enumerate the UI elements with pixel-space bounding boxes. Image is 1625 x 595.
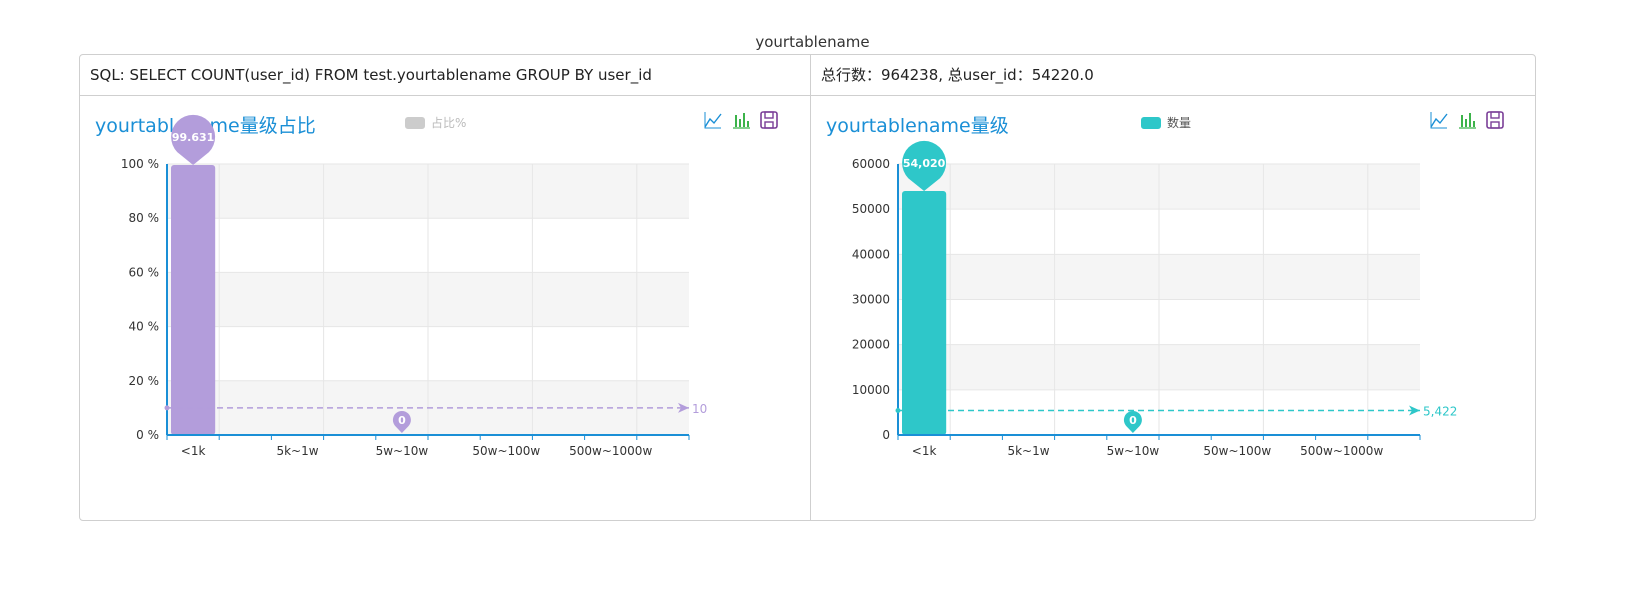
y-tick-label: 30000 xyxy=(852,293,890,307)
x-tick-label: 500w~1000w xyxy=(569,444,652,458)
y-tick-label: 20 % xyxy=(129,374,160,388)
y-tick-label: 80 % xyxy=(129,211,160,225)
chart-plot-count: 0 10000 20000 30000 40000 50000 60000 <1k 5k~1w 5… xyxy=(852,140,1457,458)
y-tick-label: 10000 xyxy=(852,383,890,397)
average-start-dot xyxy=(895,408,901,414)
min-pin-label: 0 xyxy=(398,414,406,427)
average-label: 10 xyxy=(692,402,707,416)
summary-stats: 总行数：964238, 总user_id：54220.0 xyxy=(821,66,1094,84)
x-tick-label: 500w~1000w xyxy=(1300,444,1383,458)
chart-ratio: yourtablename量级占比 占比% 0 %20 %40 %60 %80 … xyxy=(80,96,810,520)
y-tick-label: 60000 xyxy=(852,157,890,171)
y-tick-label: 60 % xyxy=(129,265,160,279)
sql-statement: SQL: SELECT COUNT(user_id) FROM test.you… xyxy=(90,66,652,84)
y-tick-label: 20000 xyxy=(852,338,890,352)
x-tick-label: 50w~100w xyxy=(1203,444,1271,458)
x-tick-label: 5k~1w xyxy=(1007,444,1049,458)
y-tick-label: 0 % xyxy=(136,428,159,442)
page-title: yourtablename xyxy=(755,33,870,51)
max-pin-label: 99.631 xyxy=(172,131,214,144)
x-tick-label: 50w~100w xyxy=(472,444,540,458)
panel-header-row: SQL: SELECT COUNT(user_id) FROM test.you… xyxy=(80,55,1535,96)
y-tick-label: 40000 xyxy=(852,247,890,261)
chart-count: yourtablename量级 数量 0 10000 20000 30000 40000… xyxy=(811,96,1537,520)
result-panel: SQL: SELECT COUNT(user_id) FROM test.you… xyxy=(79,54,1536,521)
x-tick-label: <1k xyxy=(912,444,937,458)
chart-plot-ratio: 0 % 20 % 40 % 60 % 80 % 100 % <1k 5k~1w 5w~10w 50… xyxy=(121,114,707,458)
x-tick-label: 5w~10w xyxy=(376,444,429,458)
bar xyxy=(902,191,947,435)
y-tick-label: 0 xyxy=(882,428,890,442)
x-tick-label: <1k xyxy=(181,444,206,458)
min-pin-label: 0 xyxy=(1129,414,1137,427)
y-tick-label: 100 % xyxy=(121,157,159,171)
average-start-dot xyxy=(164,405,170,411)
bar xyxy=(171,165,216,435)
y-tick-label: 50000 xyxy=(852,202,890,216)
x-tick-label: 5w~10w xyxy=(1107,444,1160,458)
y-tick-label: 40 % xyxy=(129,320,160,334)
max-pin-label: 54,020 xyxy=(903,157,946,170)
average-label: 5,422 xyxy=(1423,405,1457,419)
x-tick-label: 5k~1w xyxy=(276,444,318,458)
